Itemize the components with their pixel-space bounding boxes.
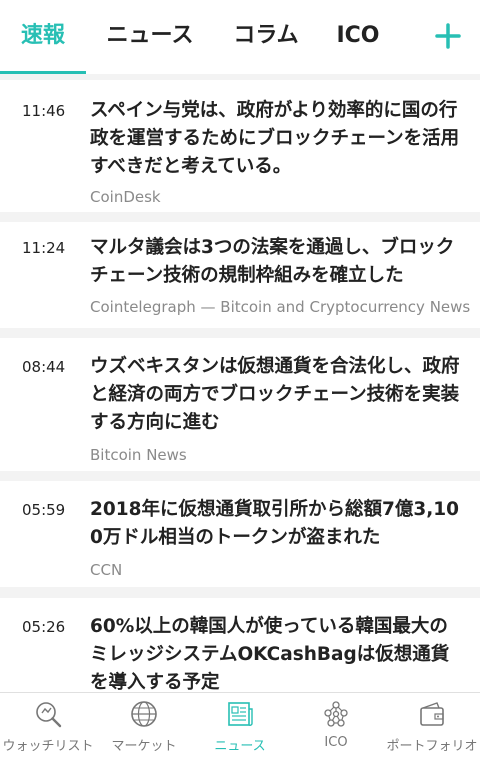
news-feed[interactable]: 11:46 スペイン与党は、政府がより効率的に国の行政を運営するためにブロックチ… <box>0 74 480 692</box>
nav-label: ウォッチリスト <box>2 739 94 754</box>
news-source: CCN <box>90 561 123 579</box>
tab-news[interactable]: ニュース <box>102 0 198 72</box>
news-headline: 60%以上の韓国人が使っている韓国最大のミレッジシステムOKCashBagは仮想… <box>90 616 450 692</box>
nav-ico[interactable]: ICO <box>288 693 384 757</box>
news-item[interactable]: 05:59 2018年に仮想通貨取引所から総額7億3,100万ドル相当のトークン… <box>0 481 480 587</box>
news-headline: ウズベキスタンは仮想通貨を合法化し、政府と経済の両方でブロックチェーン技術を実装… <box>90 356 460 433</box>
news-time: 08:44 <box>22 358 66 376</box>
add-button[interactable] <box>426 14 470 58</box>
nav-label: マーケット <box>111 739 177 754</box>
nav-label: ニュース <box>214 739 266 754</box>
news-item[interactable]: 08:44 ウズベキスタンは仮想通貨を合法化し、政府と経済の両方でブロックチェー… <box>0 338 480 471</box>
nav-label: ポートフォリオ <box>386 739 478 754</box>
news-time: 05:59 <box>22 501 66 519</box>
network-icon <box>324 701 348 727</box>
tab-ico[interactable]: ICO <box>332 0 384 72</box>
wallet-icon <box>420 702 444 726</box>
tab-breaking[interactable]: 速報 <box>14 0 72 72</box>
nav-market[interactable]: マーケット <box>96 693 192 757</box>
news-headline: 2018年に仮想通貨取引所から総額7億3,100万ドル相当のトークンが盗まれた <box>90 499 460 548</box>
news-item[interactable]: 05:26 60%以上の韓国人が使っている韓国最大のミレッジシステムOKCash… <box>0 598 480 692</box>
news-headline: スペイン与党は、政府がより効率的に国の行政を運営するためにブロックチェーンを活用… <box>90 100 460 177</box>
nav-news[interactable]: ニュース <box>192 693 288 757</box>
plus-icon <box>435 23 461 49</box>
news-source: Cointelegraph — Bitcoin and Cryptocurren… <box>90 298 471 316</box>
news-time: 11:24 <box>22 239 66 257</box>
news-item[interactable]: 11:46 スペイン与党は、政府がより効率的に国の行政を運営するためにブロックチ… <box>0 80 480 212</box>
globe-icon <box>131 701 157 727</box>
news-source: CoinDesk <box>90 188 161 206</box>
news-time: 11:46 <box>22 102 66 120</box>
news-source: Bitcoin News <box>90 446 187 464</box>
news-time: 05:26 <box>22 618 66 636</box>
bottom-navigation: ウォッチリスト マーケット ニュース ICO ポートフォリオ <box>0 692 480 757</box>
newspaper-icon <box>228 702 253 726</box>
news-item[interactable]: 11:24 マルタ議会は3つの法案を通過し、ブロックチェーン技術の規制枠組みを確… <box>0 222 480 328</box>
top-tab-bar: 速報 ニュース コラム ICO <box>0 0 480 74</box>
nav-label: ICO <box>324 735 348 750</box>
nav-portfolio[interactable]: ポートフォリオ <box>384 693 480 757</box>
tab-column[interactable]: コラム <box>228 0 304 72</box>
magnifier-icon <box>36 702 62 728</box>
news-headline: マルタ議会は3つの法案を通過し、ブロックチェーン技術の規制枠組みを確立した <box>90 237 455 286</box>
nav-watchlist[interactable]: ウォッチリスト <box>0 693 96 757</box>
